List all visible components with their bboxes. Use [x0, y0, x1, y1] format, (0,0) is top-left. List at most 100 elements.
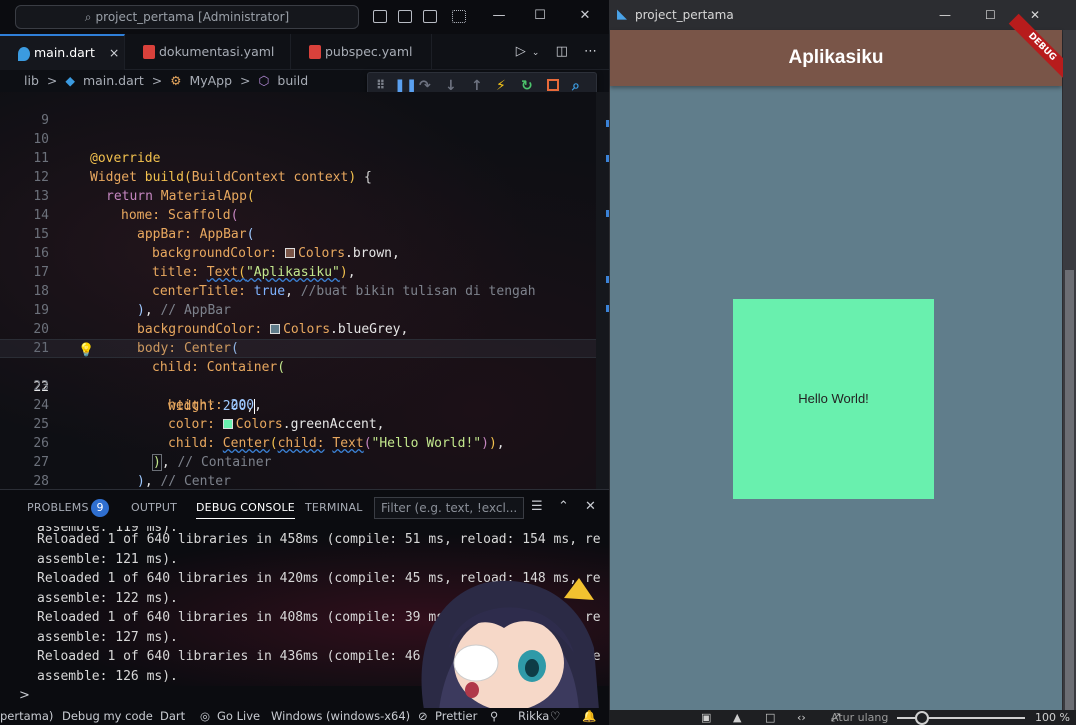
tab-problems[interactable]: PROBLEMS — [27, 501, 89, 514]
app-bar: Aplikasiku — [610, 30, 1062, 86]
console-line: assemble: 127 ms). — [37, 629, 178, 645]
status-theme[interactable]: Rikka — [518, 708, 549, 725]
stop-icon[interactable] — [547, 79, 559, 91]
yaml-file-icon — [143, 45, 155, 59]
status-go-live[interactable]: Go Live — [217, 708, 260, 725]
window-title: project_pertama — [635, 8, 734, 22]
tab-main-dart[interactable]: main.dart × — [0, 34, 125, 70]
flutter-logo-icon: ◣ — [617, 7, 627, 22]
chevron-up-icon[interactable]: ⌃ — [558, 499, 569, 514]
method-icon: ⬡ — [258, 73, 270, 88]
notification-icon[interactable]: ⚲ — [490, 708, 498, 725]
console-line: assemble: 121 ms). — [37, 551, 178, 567]
code-line: 29 ); // MaterialApp — [0, 472, 596, 489]
tab-debug-console[interactable]: DEBUG CONSOLE — [196, 501, 295, 519]
command-center-search[interactable]: ⌕ project_pertama [Administrator] — [15, 5, 359, 29]
tab-label: pubspec.yaml — [325, 44, 413, 59]
yaml-file-icon — [309, 45, 321, 59]
code-line: 21 child: Container( — [0, 320, 596, 375]
vscode-window: ⌕ project_pertama [Administrator] — ☐ ✕ m… — [0, 0, 609, 725]
code-line: 28 ), // Scaffold — [0, 453, 596, 489]
status-project[interactable]: pertama) — [0, 708, 53, 725]
chevron-down-icon[interactable]: ⌄ — [532, 48, 540, 58]
host-bottom-toolbar: ▣ ▲ □ ‹› ⤢ Atur ulang 100 % — [609, 710, 1076, 725]
problems-count-badge: 9 — [91, 499, 109, 517]
more-actions-icon[interactable]: ⋯ — [584, 44, 597, 59]
run-icon[interactable]: ▷ — [516, 44, 526, 59]
breadcrumb-lib[interactable]: lib — [24, 73, 39, 88]
bell-icon[interactable]: 🔔 — [582, 708, 596, 725]
prompt-chevron-icon: > — [19, 688, 30, 703]
dart-file-icon — [18, 47, 30, 61]
flutter-scaffold: Aplikasiku DEBUG Hello World! — [610, 13, 1076, 710]
window-scrollbar[interactable] — [1063, 30, 1076, 710]
app-bar-title: Aplikasiku — [788, 47, 884, 68]
minimize-icon[interactable]: — — [489, 8, 509, 23]
flutter-app-window: ◣ project_pertama — ☐ ✕ Aplikasiku DEBUG… — [609, 0, 1076, 725]
tab-output[interactable]: OUTPUT — [131, 501, 177, 514]
code-line: 16 title: Text("Aplikasiku"), — [0, 225, 596, 280]
toggle-panel-icon[interactable] — [398, 10, 412, 23]
tab-terminal[interactable]: TERMINAL — [305, 501, 363, 514]
editor-actions: ▷ ⌄ ◫ ⋯ — [516, 44, 597, 59]
chevron-right-icon: > — [240, 73, 251, 88]
code-line: 26 ), // Container — [0, 415, 596, 471]
toggle-sidebar-icon[interactable] — [373, 10, 387, 23]
code-line: 15 backgroundColor: Colors.brown, — [0, 206, 596, 261]
close-icon[interactable]: ✕ — [575, 8, 595, 23]
broadcast-icon: ◎ — [200, 709, 211, 723]
status-device[interactable]: Windows (windows-x64) — [271, 708, 410, 725]
zoom-slider[interactable] — [897, 711, 1025, 725]
code-line: 19 backgroundColor: Colors.blueGrey, — [0, 282, 596, 337]
prettier-icon: ⊘ — [418, 709, 428, 723]
filter-input[interactable]: Filter (e.g. text, !excl... — [374, 497, 524, 519]
tab-label: main.dart — [34, 45, 95, 60]
search-icon: ⌕ — [84, 10, 92, 24]
tab-close-icon[interactable]: × — [109, 45, 119, 60]
green-container: Hello World! — [733, 299, 934, 499]
close-panel-icon[interactable]: ✕ — [585, 499, 596, 514]
tab-pubspec-yaml[interactable]: pubspec.yaml — [291, 34, 432, 70]
code-line: 25 child: Center(child: Text("Hello Worl… — [0, 396, 596, 451]
reset-zoom-label[interactable]: Atur ulang — [831, 710, 888, 725]
breadcrumb-class[interactable]: MyApp — [189, 73, 232, 88]
code-icon[interactable]: ‹› — [797, 710, 806, 725]
code-line: 27 ), // Center — [0, 434, 596, 489]
camera-icon[interactable]: ▣ — [701, 710, 711, 725]
code-line-current: 💡 22 width: 200, — [0, 339, 596, 414]
scrollbar-thumb[interactable] — [1065, 270, 1074, 710]
split-editor-icon[interactable]: ◫ — [556, 44, 568, 59]
vscode-titlebar: ⌕ project_pertama [Administrator] — ☐ ✕ — [0, 0, 609, 34]
customize-layout-icon[interactable] — [452, 10, 466, 23]
close-icon[interactable]: ✕ — [1030, 0, 1040, 30]
console-line: assemble: 122 ms). — [37, 590, 178, 606]
console-line: assemble: 126 ms). — [37, 668, 178, 684]
panel-tabs: PROBLEMS 9 OUTPUT DEBUG CONSOLE TERMINAL… — [0, 490, 609, 526]
flutter-window-titlebar: ◣ project_pertama — ☐ ✕ — [609, 0, 1076, 30]
chevron-right-icon: > — [151, 73, 163, 88]
code-line: 10 @override — [0, 111, 596, 166]
status-bar: pertama) Debug my code Dart ◎ Go Live Wi… — [0, 708, 609, 725]
toggle-secondary-sidebar-icon[interactable] — [423, 10, 437, 23]
code-line: 9 — [0, 92, 596, 128]
command-center-label: project_pertama [Administrator] — [95, 10, 290, 24]
maximize-icon[interactable]: ☐ — [530, 8, 550, 23]
breadcrumb-file[interactable]: main.dart — [83, 73, 144, 88]
status-prettier[interactable]: Prettier — [435, 708, 477, 725]
tab-dokumentasi-yaml[interactable]: dokumentasi.yaml — [125, 34, 291, 70]
image-icon[interactable]: ▲ — [733, 710, 741, 725]
breadcrumb-method[interactable]: build — [277, 73, 308, 88]
overview-ruler[interactable] — [596, 92, 609, 489]
maximize-icon[interactable]: ☐ — [985, 0, 996, 30]
code-line: 20 body: Center( — [0, 301, 596, 356]
zoom-slider-thumb[interactable] — [915, 711, 929, 725]
square-icon[interactable]: □ — [765, 710, 775, 725]
code-line: 23 height: 200, — [0, 358, 596, 413]
filter-list-icon[interactable]: ☰ — [531, 499, 543, 514]
drag-handle-icon[interactable]: ⠿ — [376, 78, 385, 92]
status-debug-mode[interactable]: Debug my code — [62, 708, 153, 725]
background-anime-image — [421, 578, 599, 710]
code-editor[interactable]: 9 10 @override 11 Widget build(BuildCont… — [0, 92, 596, 489]
minimize-icon[interactable]: — — [939, 0, 951, 30]
status-language[interactable]: Dart — [160, 708, 185, 725]
